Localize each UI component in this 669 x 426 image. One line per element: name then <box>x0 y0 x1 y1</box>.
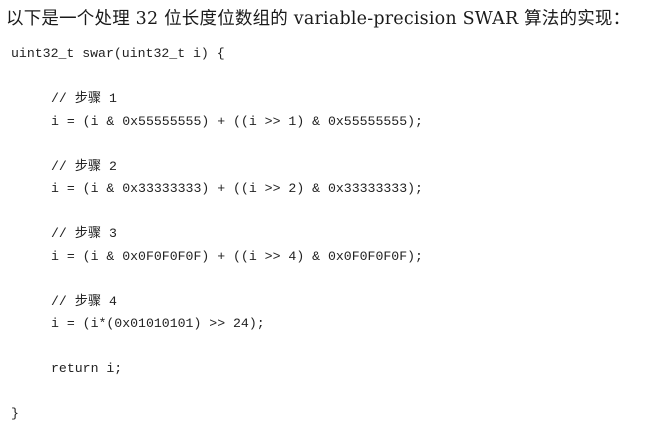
step-1-comment: // 步骤 1 <box>51 91 117 106</box>
step-3-comment: // 步骤 3 <box>51 226 117 241</box>
step-4-statement: i = (i*(0x01010101) >> 24); <box>51 316 265 331</box>
function-signature: uint32_t swar(uint32_t i) { <box>11 46 225 61</box>
return-statement: return i; <box>51 361 123 376</box>
step-3-statement: i = (i & 0x0F0F0F0F) + ((i >> 4) & 0x0F0… <box>51 248 423 264</box>
step-1-statement: i = (i & 0x55555555) + ((i >> 1) & 0x555… <box>51 113 423 129</box>
step-2-statement: i = (i & 0x33333333) + ((i >> 2) & 0x333… <box>51 181 423 196</box>
code-block: uint32_t swar(uint32_t i) { // 步骤 1 i = … <box>11 43 661 426</box>
step-4-comment: // 步骤 4 <box>51 293 117 309</box>
step-2-comment: // 步骤 2 <box>51 158 117 174</box>
intro-paragraph: 以下是一个处理 32 位长度位数组的 variable-precision SW… <box>6 9 631 29</box>
closing-brace: } <box>11 406 19 421</box>
